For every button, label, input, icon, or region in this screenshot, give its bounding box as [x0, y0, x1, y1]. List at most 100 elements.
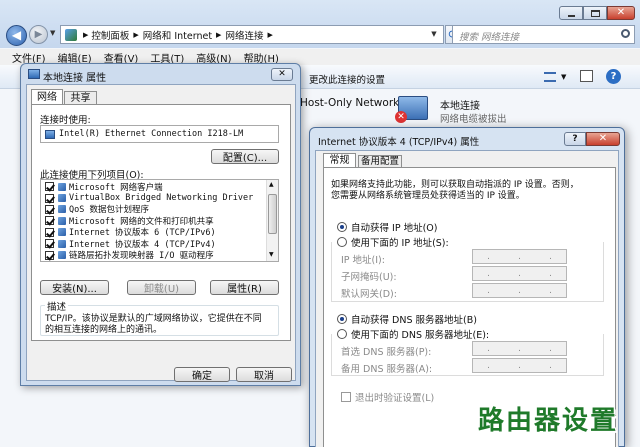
component-icon	[58, 228, 66, 237]
validate-checkbox-box	[341, 392, 351, 402]
connect-using-label: 连接时使用:	[40, 115, 91, 126]
adapter-icon	[45, 129, 55, 139]
component-label: Internet 协议版本 6 (TCP/IPv6)	[69, 228, 216, 239]
component-list-item[interactable]: Microsoft 网络的文件和打印机共享	[45, 215, 267, 227]
auto-dns-radio-dot	[337, 314, 347, 324]
component-checkbox[interactable]	[45, 250, 54, 260]
back-button[interactable]: ◀	[6, 25, 27, 46]
uninstall-button[interactable]: 卸载(U)	[127, 280, 196, 295]
forward-arrow-icon: ▶	[34, 29, 43, 40]
tab-sharing-label: 共享	[70, 93, 91, 104]
list-scrollbar[interactable]: ▲ ▼	[266, 180, 278, 261]
address-bar[interactable]: ▶ 控制面板 ▶ 网络和 Internet ▶ 网络连接 ▶	[60, 25, 444, 44]
breadcrumb-sep-icon: ▶	[267, 30, 273, 39]
view-dropdown-icon[interactable]: ▼	[561, 73, 566, 81]
ok-button[interactable]: 确定	[174, 367, 230, 382]
cable-unplugged-icon: ✕	[395, 111, 407, 123]
tab-alternate-label: 备用配置	[360, 156, 399, 167]
properties-close-button[interactable]: ✕	[271, 68, 293, 81]
breadcrumb-sep-icon: ▶	[83, 30, 89, 39]
component-checkbox[interactable]	[45, 216, 54, 226]
close-button[interactable]: ✕	[607, 6, 635, 20]
view-options-icon[interactable]	[544, 72, 556, 82]
search-placeholder: 搜索 网络连接	[459, 32, 520, 43]
control-panel-icon	[65, 28, 77, 41]
component-icon	[58, 205, 66, 214]
configure-button[interactable]: 配置(C)...	[211, 149, 279, 164]
network-adapter-icon[interactable]: ✕	[395, 96, 428, 123]
component-checkbox[interactable]	[45, 182, 54, 192]
help-icon[interactable]: ?	[606, 69, 621, 84]
recent-pages-dropdown[interactable]: ▼	[50, 29, 59, 39]
auto-dns-radio[interactable]: 自动获得 DNS 服务器地址(B)	[337, 312, 477, 326]
properties-dialog-title: 本地连接 属性	[43, 73, 107, 84]
preferred-dns-label: 首选 DNS 服务器(P):	[341, 347, 432, 358]
alternate-dns-input[interactable]: ...	[472, 358, 567, 373]
close-icon: ✕	[278, 69, 286, 79]
auto-ip-radio[interactable]: 自动获得 IP 地址(O)	[337, 220, 437, 234]
scroll-down-icon[interactable]: ▼	[269, 251, 274, 258]
ip-address-label: IP 地址(I):	[341, 255, 385, 266]
component-list-item[interactable]: VirtualBox Bridged Networking Driver	[45, 192, 267, 203]
component-checkbox[interactable]	[45, 204, 54, 214]
component-list-item[interactable]: Internet 协议版本 4 (TCP/IPv4)	[45, 238, 267, 250]
tab-general-label: 常规	[329, 155, 350, 166]
maximize-icon	[591, 10, 600, 17]
ipv4-close-button[interactable]: ✕	[586, 132, 620, 146]
breadcrumb-control-panel[interactable]: 控制面板	[91, 28, 129, 42]
close-icon: ✕	[598, 133, 608, 144]
local-connection-name[interactable]: 本地连接	[440, 97, 480, 112]
local-connection-status: 网络电缆被拔出	[440, 114, 507, 125]
breadcrumb-sep-icon: ▶	[133, 30, 139, 39]
address-dropdown-button[interactable]: ▼	[426, 26, 442, 43]
component-list-item[interactable]: Microsoft 网络客户端	[45, 181, 267, 193]
auto-ip-label: 自动获得 IP 地址(O)	[351, 223, 438, 234]
breadcrumb-network-internet[interactable]: 网络和 Internet	[143, 28, 212, 42]
component-checkbox[interactable]	[45, 239, 54, 249]
minimize-button[interactable]	[559, 6, 583, 20]
maximize-button[interactable]	[583, 6, 607, 20]
host-only-network-label[interactable]: Host-Only Network	[300, 97, 399, 109]
component-list-item[interactable]: QoS 数据包计划程序	[45, 204, 267, 215]
component-icon	[58, 194, 66, 203]
validate-on-exit-checkbox[interactable]: 退出时验证设置(L)	[341, 390, 434, 404]
auto-ip-radio-dot	[337, 222, 347, 232]
ipv4-properties-dialog: Internet 协议版本 4 (TCP/IPv4) 属性 ? ✕ 常规 备用配…	[309, 127, 625, 447]
install-button[interactable]: 安装(N)...	[40, 280, 109, 295]
forward-button[interactable]: ▶	[29, 25, 48, 44]
chevron-down-icon: ▼	[431, 30, 437, 38]
component-icon	[58, 182, 66, 191]
component-icon	[58, 239, 66, 248]
component-list-item[interactable]: Internet 协议版本 6 (TCP/IPv6)	[45, 227, 267, 238]
scroll-up-icon[interactable]: ▲	[269, 181, 274, 188]
tab-network-label: 网络	[37, 92, 57, 103]
minimize-icon	[568, 15, 575, 17]
preferred-dns-input[interactable]: ...	[472, 341, 567, 356]
chevron-down-icon: ▼	[50, 29, 56, 37]
watermark-text: 路由器设置	[478, 400, 638, 440]
properties-button[interactable]: 属性(R)	[210, 280, 279, 295]
tab-sharing[interactable]: 共享	[64, 91, 97, 105]
component-list-item[interactable]: 链路层拓扑发现映射器 I/O 驱动程序	[45, 249, 267, 261]
cancel-button[interactable]: 取消	[236, 367, 292, 382]
adapter-field: Intel(R) Ethernet Connection I218-LM	[40, 125, 279, 143]
subnet-mask-input[interactable]: ...	[472, 266, 567, 281]
default-gateway-input[interactable]: ...	[472, 283, 567, 298]
tab-network[interactable]: 网络	[31, 89, 63, 105]
intro-text-line2: 您需要从网络系统管理员处获得适当的 IP 设置。	[331, 191, 525, 201]
ipv4-dialog-title: Internet 协议版本 4 (TCP/IPv4) 属性	[318, 137, 480, 148]
component-label: Internet 协议版本 4 (TCP/IPv4)	[69, 239, 216, 250]
adapter-name: Intel(R) Ethernet Connection I218-LM	[59, 129, 244, 139]
preview-pane-icon[interactable]	[580, 70, 593, 82]
search-box[interactable]: 搜索 网络连接	[452, 25, 635, 44]
change-settings-command[interactable]: 更改此连接的设置	[309, 72, 385, 86]
ipv4-help-button[interactable]: ?	[564, 132, 586, 146]
scroll-thumb[interactable]	[268, 194, 277, 234]
auto-dns-label: 自动获得 DNS 服务器地址(B)	[351, 315, 477, 326]
ip-address-input[interactable]: ...	[472, 249, 567, 264]
breadcrumb-network-connections[interactable]: 网络连接	[225, 28, 263, 42]
component-icon	[58, 251, 66, 260]
component-checkbox[interactable]	[45, 193, 54, 203]
tab-general[interactable]: 常规	[323, 153, 356, 168]
component-checkbox[interactable]	[45, 227, 54, 237]
